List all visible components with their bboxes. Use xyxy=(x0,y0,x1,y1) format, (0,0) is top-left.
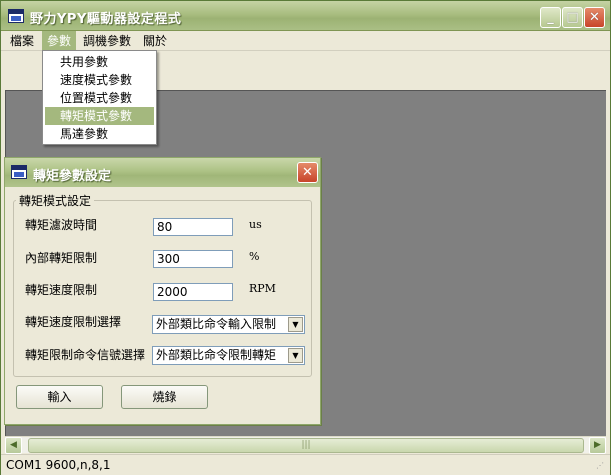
torque-limit-command-select-label: 轉矩限制命令信號選擇 xyxy=(25,348,146,362)
torque-speed-limit-select[interactable]: 外部類比命令輸入限制 ▼ xyxy=(152,315,305,334)
resize-grip-icon[interactable]: ⋰ xyxy=(596,461,608,473)
chevron-down-icon[interactable]: ▼ xyxy=(288,317,303,332)
scroll-left-icon[interactable]: ◀ xyxy=(5,437,22,454)
input-button[interactable]: 輸入 xyxy=(16,385,103,409)
scroll-thumb[interactable]: ||| xyxy=(28,438,584,453)
dialog-title: 轉矩參數設定 xyxy=(33,169,112,184)
torque-speed-limit-select-label: 轉矩速度限制選擇 xyxy=(25,315,122,329)
torque-speed-limit-input[interactable]: 2000 xyxy=(153,283,233,301)
dialog-title-bar[interactable]: 轉矩參數設定 ✕ xyxy=(5,158,320,187)
menu-parameters[interactable]: 參數 xyxy=(42,31,77,51)
status-bar: COM1 9600,n,8,1 ⋰ xyxy=(1,454,610,475)
minimize-button[interactable]: _ xyxy=(540,7,561,28)
parameters-dropdown-menu: 共用參數 速度模式參數 位置模式參數 轉矩模式參數 馬達參數 xyxy=(42,50,157,145)
window-title: 野力YPY驅動器設定程式 xyxy=(30,12,182,27)
internal-torque-limit-unit: % xyxy=(249,250,260,263)
maximize-button[interactable]: □ xyxy=(562,7,583,28)
torque-speed-limit-label: 轉矩速度限制 xyxy=(25,283,98,297)
horizontal-scrollbar[interactable]: ◀ ||| ▶ xyxy=(5,436,606,454)
internal-torque-limit-label: 內部轉矩限制 xyxy=(25,251,98,265)
torque-limit-command-select[interactable]: 外部類比命令限制轉矩 ▼ xyxy=(152,346,305,365)
torque-parameter-dialog: 轉矩參數設定 ✕ 轉矩模式設定 轉矩濾波時間 80 us 內部轉矩限制 300 … xyxy=(4,157,321,425)
chevron-down-icon[interactable]: ▼ xyxy=(288,348,303,363)
minimize-icon: _ xyxy=(547,10,554,25)
title-bar[interactable]: 野力YPY驅動器設定程式 _ □ ✕ xyxy=(1,1,610,31)
menu-item-speed-mode-params[interactable]: 速度模式參數 xyxy=(43,71,156,89)
menu-item-torque-mode-params[interactable]: 轉矩模式參數 xyxy=(45,107,154,125)
torque-filter-time-input[interactable]: 80 xyxy=(153,218,233,236)
connection-status: COM1 9600,n,8,1 xyxy=(6,458,111,472)
torque-speed-limit-unit: RPM xyxy=(249,282,276,295)
internal-torque-limit-input[interactable]: 300 xyxy=(153,250,233,268)
main-window: 野力YPY驅動器設定程式 _ □ ✕ 檔案 參數 調機參數 關於 轉矩參數設定 … xyxy=(0,0,611,475)
menu-item-position-mode-params[interactable]: 位置模式參數 xyxy=(43,89,156,107)
dialog-window-icon xyxy=(11,165,27,179)
group-label: 轉矩模式設定 xyxy=(16,192,95,209)
menu-tuning-parameters[interactable]: 調機參數 xyxy=(78,31,136,51)
burn-button[interactable]: 燒錄 xyxy=(121,385,208,409)
maximize-icon: □ xyxy=(566,10,579,25)
menu-item-motor-params[interactable]: 馬達參數 xyxy=(43,125,156,143)
torque-filter-time-unit: us xyxy=(249,218,262,231)
menu-item-common-params[interactable]: 共用參數 xyxy=(43,53,156,71)
select-value: 外部類比命令輸入限制 xyxy=(156,317,277,331)
close-icon: ✕ xyxy=(589,10,600,25)
torque-filter-time-label: 轉矩濾波時間 xyxy=(25,218,98,232)
scroll-right-icon[interactable]: ▶ xyxy=(589,437,606,454)
app-window-icon xyxy=(8,9,24,23)
dialog-close-button[interactable]: ✕ xyxy=(297,162,318,183)
close-icon: ✕ xyxy=(302,165,313,180)
select-value: 外部類比命令限制轉矩 xyxy=(156,348,277,362)
close-button[interactable]: ✕ xyxy=(584,7,605,28)
menu-file[interactable]: 檔案 xyxy=(5,31,39,51)
menu-about[interactable]: 關於 xyxy=(138,31,172,51)
menu-bar: 檔案 參數 調機參數 關於 xyxy=(1,31,610,51)
